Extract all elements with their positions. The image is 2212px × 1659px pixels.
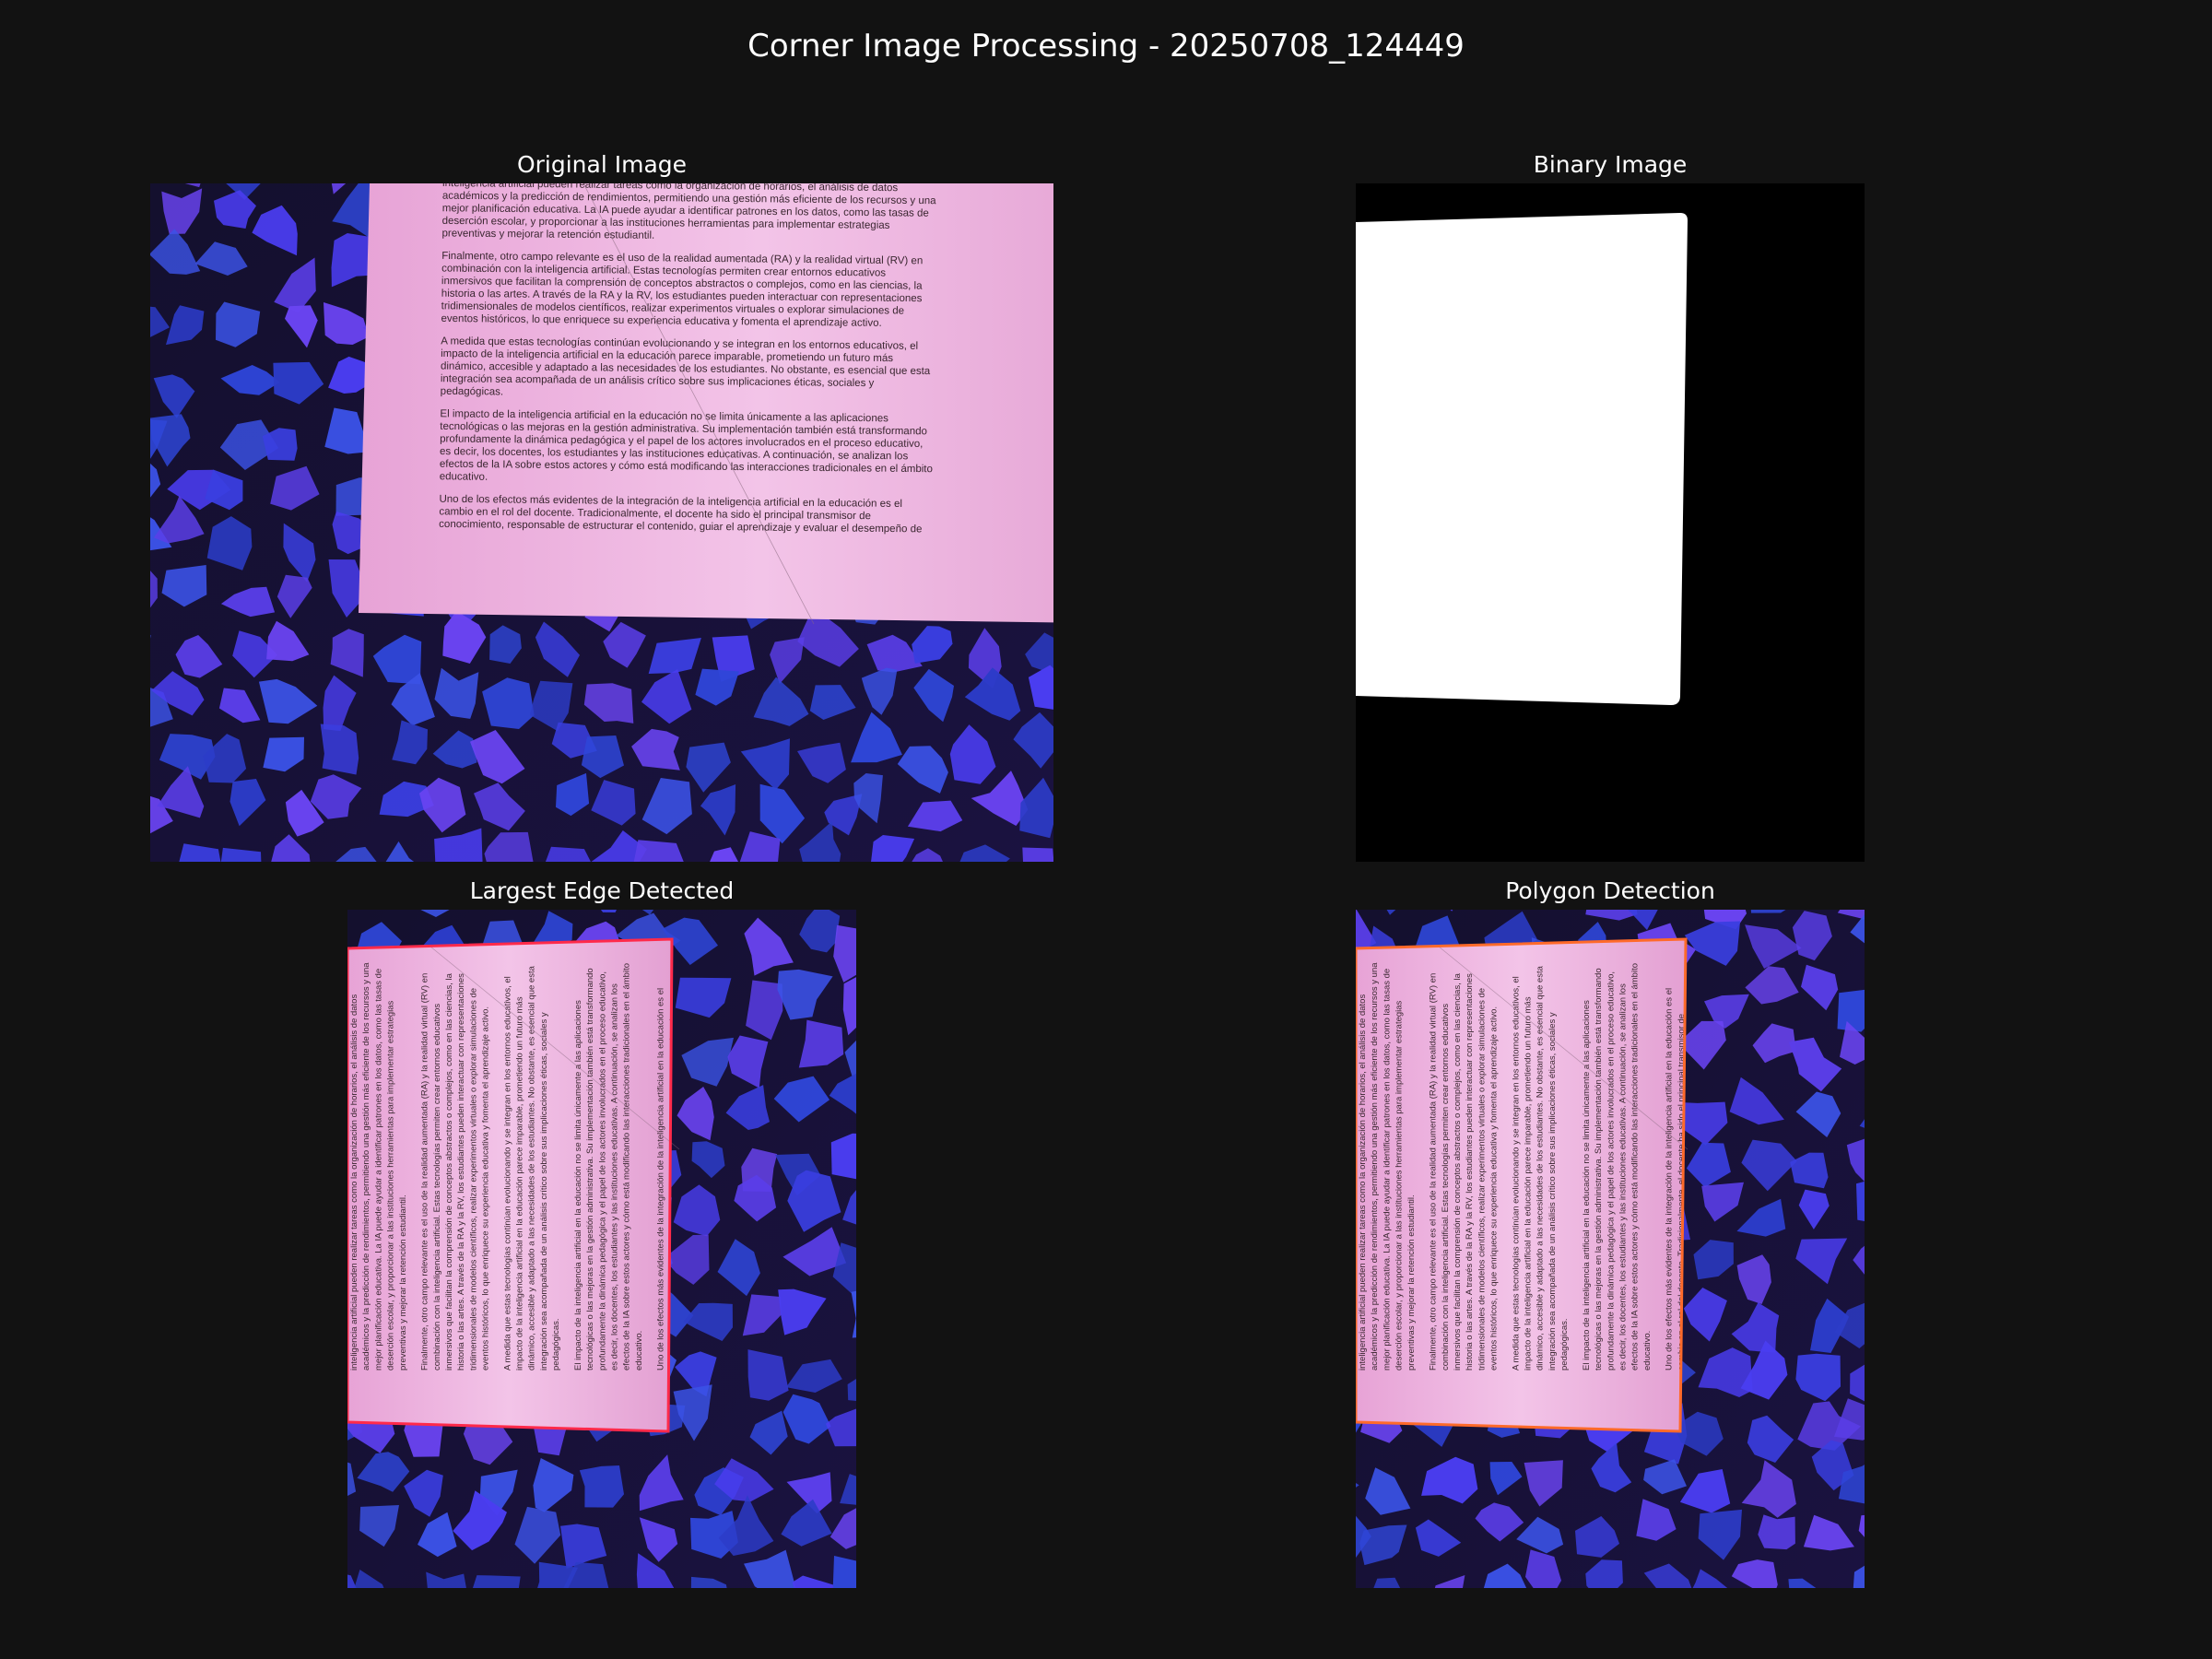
document-line: impacto de la inteligencia artificial en… <box>515 996 525 1371</box>
original-image-panel: inteligencia artificial pueden realizar … <box>150 183 1053 862</box>
document-line: inteligencia artificial pueden realizar … <box>1358 994 1368 1371</box>
document-line: eventos históricos, lo que enriquece su … <box>481 1006 491 1371</box>
document-line: El impacto de la inteligencia artificial… <box>1582 1000 1592 1371</box>
document-line: inmersivos que facilitan la comprensión … <box>1453 972 1463 1371</box>
document-line: inmersivos que facilitan la comprensión … <box>444 972 454 1371</box>
panel-title-original: Original Image <box>516 151 688 178</box>
document-line: tridimensionales de modelos científicos,… <box>468 988 478 1371</box>
document-line: pedagógicas. <box>1559 1318 1570 1371</box>
document-line: eventos históricos, lo que enriquece su … <box>1489 1006 1500 1371</box>
document-line: tecnológicas o las mejoras en la gestión… <box>1594 968 1604 1371</box>
binary-image-panel <box>1356 183 1865 862</box>
document-line: preventivas y mejorar la retención estud… <box>441 228 654 241</box>
document-line: pedagógicas. <box>441 386 504 398</box>
panel-title-binary: Binary Image <box>1533 151 1688 178</box>
document-line: profundamente la dinámica pedagógica y e… <box>597 971 607 1371</box>
largest-edge-panel: inteligencia artificial pueden realizar … <box>347 910 856 1588</box>
polygon-detection-panel: inteligencia artificial pueden realizar … <box>1356 910 1865 1588</box>
document-line: pedagógicas. <box>551 1318 561 1371</box>
document-line: preventivas y mejorar la retención estud… <box>1406 1194 1417 1371</box>
document-line: combinación con la inteligencia artifici… <box>432 1004 442 1371</box>
document-line: efectos de la IA sobre estos actores y c… <box>622 963 632 1371</box>
document-line: educativo. <box>440 471 488 483</box>
polygon-detection-image: inteligencia artificial pueden realizar … <box>1356 910 1865 1588</box>
document-line: Finalmente, otro campo relevante es el u… <box>420 973 430 1371</box>
document-line: académicos y la predicción de rendimient… <box>361 962 371 1371</box>
document-line: Uno de los efectos más evidentes de la i… <box>656 988 666 1371</box>
document-line: mejor planificación educativa. La IA pue… <box>1382 969 1392 1371</box>
document-line: efectos de la IA sobre estos actores y c… <box>1630 963 1641 1371</box>
document-line: deserción escolar, y proporcionar a las … <box>386 1000 396 1371</box>
document-line: es decir, los docentes, los estudiantes … <box>609 983 619 1371</box>
largest-edge-image: inteligencia artificial pueden realizar … <box>347 910 856 1588</box>
document-line: educativo. <box>634 1331 644 1371</box>
document-line: mejor planificación educativa. La IA pue… <box>373 969 383 1371</box>
document-line: historia o las artes. A través de la RA … <box>1465 973 1475 1371</box>
document-line: integración sea acompañada de un análisi… <box>1547 1012 1558 1371</box>
document-line: tecnológicas o las mejoras en la gestión… <box>585 968 595 1371</box>
document-line: profundamente la dinámica pedagógica y e… <box>1606 971 1616 1371</box>
document-line: historia o las artes. A través de la RA … <box>456 973 466 1371</box>
panel-title-largest-edge: Largest Edge Detected <box>469 877 735 904</box>
document-line: académicos y la predicción de rendimient… <box>1370 962 1380 1371</box>
document-line: tridimensionales de modelos científicos,… <box>1477 988 1487 1371</box>
document-line: preventivas y mejorar la retención estud… <box>398 1194 408 1371</box>
document-line: es decir, los docentes, los estudiantes … <box>1618 983 1628 1371</box>
document-line: Finalmente, otro campo relevante es el u… <box>1429 973 1439 1371</box>
document-line: A medida que estas tecnologías continúan… <box>502 976 512 1371</box>
document-line: Uno de los efectos más evidentes de la i… <box>1665 988 1675 1371</box>
document-line: El impacto de la inteligencia artificial… <box>573 1000 583 1371</box>
document-line: impacto de la inteligencia artificial en… <box>1524 996 1534 1371</box>
document-line: inteligencia artificial pueden realizar … <box>349 994 359 1371</box>
panel-title-polygon: Polygon Detection <box>1505 877 1715 904</box>
binary-mask <box>1356 213 1688 705</box>
document-line: combinación con la inteligencia artifici… <box>1441 1004 1451 1371</box>
document-page <box>359 183 1053 623</box>
document-line: educativo. <box>1642 1331 1653 1371</box>
original-image: inteligencia artificial pueden realizar … <box>150 183 1053 862</box>
document-line: deserción escolar, y proporcionar a las … <box>1394 1000 1405 1371</box>
document-line: A medida que estas tecnologías continúan… <box>1511 976 1521 1371</box>
binary-image <box>1356 183 1865 862</box>
figure-title: Corner Image Processing - 20250708_12444… <box>747 28 1465 65</box>
document-line: integración sea acompañada de un análisi… <box>539 1012 549 1371</box>
